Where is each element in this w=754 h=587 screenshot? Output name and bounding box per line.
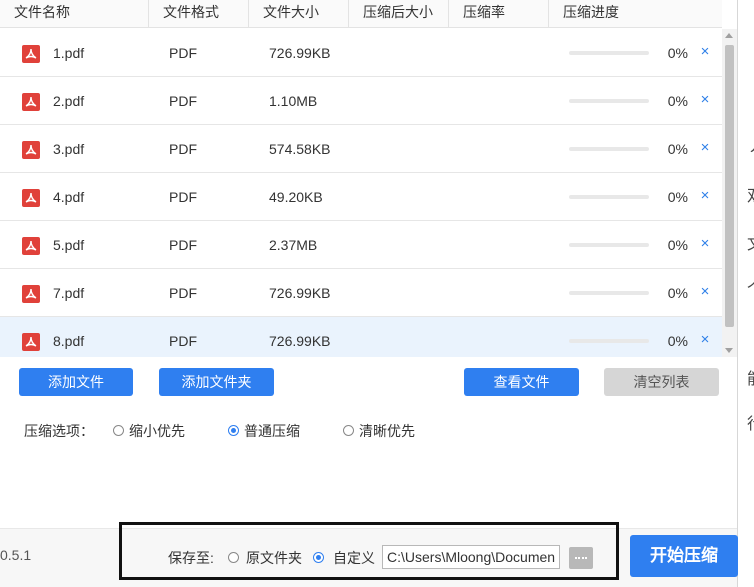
background-text: 行 xyxy=(747,410,754,434)
file-format: PDF xyxy=(169,333,197,349)
view-files-button[interactable]: 查看文件 xyxy=(464,368,579,396)
close-icon[interactable]: × xyxy=(697,331,713,349)
progress-percent: 0% xyxy=(667,141,688,157)
file-name: 4.pdf xyxy=(53,189,85,205)
radio-clarity-priority-label[interactable]: 清晰优先 xyxy=(359,421,415,441)
file-size: 726.99KB xyxy=(269,285,331,301)
table-row[interactable]: 3.pdf PDF 574.58KB 0% × xyxy=(0,125,722,173)
file-size: 726.99KB xyxy=(269,45,331,61)
table-row[interactable]: 4.pdf PDF 49.20KB 0% × xyxy=(0,173,722,221)
file-table-header: 文件名称 文件格式 文件大小 压缩后大小 压缩率 压缩进度 xyxy=(0,0,722,28)
compression-progress-bar xyxy=(569,195,649,199)
file-name: 1.pdf xyxy=(53,45,85,61)
header-file-name: 文件名称 xyxy=(0,0,149,28)
add-file-button[interactable]: 添加文件 xyxy=(19,368,133,396)
compression-progress-bar xyxy=(569,243,649,247)
background-text: 文 xyxy=(747,230,754,254)
start-compress-button[interactable]: 开始压缩 xyxy=(630,535,738,577)
clear-list-button[interactable]: 清空列表 xyxy=(604,368,719,396)
file-name: 3.pdf xyxy=(53,141,85,157)
compression-progress-bar xyxy=(569,291,649,295)
progress-percent: 0% xyxy=(667,285,688,301)
header-compressed-size: 压缩后大小 xyxy=(349,0,449,28)
radio-original-folder-label[interactable]: 原文件夹 xyxy=(246,548,302,568)
file-size: 726.99KB xyxy=(269,333,331,349)
folder-browse-icon[interactable] xyxy=(569,547,593,569)
header-file-format: 文件格式 xyxy=(149,0,249,28)
radio-normal-compression-label[interactable]: 普通压缩 xyxy=(244,421,300,441)
scroll-thumb[interactable] xyxy=(725,45,734,327)
scroll-down-arrow-icon[interactable] xyxy=(725,348,733,353)
pdf-icon xyxy=(22,189,40,207)
compression-progress-bar xyxy=(569,147,649,151)
close-icon[interactable]: × xyxy=(697,43,713,61)
table-row[interactable]: 7.pdf PDF 726.99KB 0% × xyxy=(0,269,722,317)
background-window-strip: 丿 双 文 个 能 行 xyxy=(737,0,754,587)
close-icon[interactable]: × xyxy=(697,235,713,253)
version-text: 0.5.1 xyxy=(0,547,32,563)
close-icon[interactable]: × xyxy=(697,283,713,301)
file-format: PDF xyxy=(169,93,197,109)
pdf-icon xyxy=(22,333,40,351)
compression-progress-bar xyxy=(569,99,649,103)
file-size: 574.58KB xyxy=(269,141,331,157)
scroll-up-arrow-icon[interactable] xyxy=(725,33,733,38)
progress-percent: 0% xyxy=(667,237,688,253)
progress-percent: 0% xyxy=(667,333,688,349)
compression-progress-bar xyxy=(569,51,649,55)
background-text: 能 xyxy=(747,365,754,389)
pdf-icon xyxy=(22,141,40,159)
table-row[interactable]: 8.pdf PDF 726.99KB 0% × xyxy=(0,317,722,357)
close-icon[interactable]: × xyxy=(697,91,713,109)
file-name: 5.pdf xyxy=(53,237,85,253)
table-scrollbar[interactable] xyxy=(722,29,737,357)
table-row[interactable]: 5.pdf PDF 2.37MB 0% × xyxy=(0,221,722,269)
file-table-body: 1.pdf PDF 726.99KB 0% × 2.pdf PDF 1.10MB… xyxy=(0,29,722,357)
progress-percent: 0% xyxy=(667,189,688,205)
compression-progress-bar xyxy=(569,339,649,343)
close-icon[interactable]: × xyxy=(697,139,713,157)
header-compression-progress: 压缩进度 xyxy=(563,4,619,20)
file-name: 2.pdf xyxy=(53,93,85,109)
pdf-icon xyxy=(22,237,40,255)
pdf-icon xyxy=(22,93,40,111)
progress-percent: 0% xyxy=(667,45,688,61)
file-name: 8.pdf xyxy=(53,333,85,349)
radio-original-folder[interactable] xyxy=(228,552,239,563)
file-size: 49.20KB xyxy=(269,189,323,205)
pdf-icon xyxy=(22,285,40,303)
file-format: PDF xyxy=(169,237,197,253)
compression-options-label: 压缩选项： xyxy=(24,423,94,439)
radio-custom-folder[interactable] xyxy=(313,552,324,563)
radio-size-priority-label[interactable]: 缩小优先 xyxy=(129,421,185,441)
save-to-label: 保存至: xyxy=(168,550,214,566)
background-text: 双 xyxy=(747,182,754,206)
background-text: 个 xyxy=(747,275,754,299)
table-row[interactable]: 1.pdf PDF 726.99KB 0% × xyxy=(0,29,722,77)
radio-clarity-priority[interactable] xyxy=(343,425,354,436)
radio-custom-folder-label[interactable]: 自定义 xyxy=(333,548,375,568)
radio-size-priority[interactable] xyxy=(113,425,124,436)
progress-percent: 0% xyxy=(667,93,688,109)
file-format: PDF xyxy=(169,285,197,301)
background-text: 丿 xyxy=(747,132,754,156)
file-size: 1.10MB xyxy=(269,93,318,109)
table-row[interactable]: 2.pdf PDF 1.10MB 0% × xyxy=(0,77,722,125)
add-folder-button[interactable]: 添加文件夹 xyxy=(159,368,274,396)
file-format: PDF xyxy=(169,189,197,205)
save-path-input[interactable] xyxy=(382,545,560,569)
header-file-size: 文件大小 xyxy=(249,0,349,28)
file-format: PDF xyxy=(169,45,197,61)
file-size: 2.37MB xyxy=(269,237,318,253)
close-icon[interactable]: × xyxy=(697,187,713,205)
radio-normal-compression[interactable] xyxy=(228,425,239,436)
pdf-icon xyxy=(22,45,40,63)
header-compression-ratio: 压缩率 xyxy=(449,0,549,28)
file-name: 7.pdf xyxy=(53,285,85,301)
file-format: PDF xyxy=(169,141,197,157)
